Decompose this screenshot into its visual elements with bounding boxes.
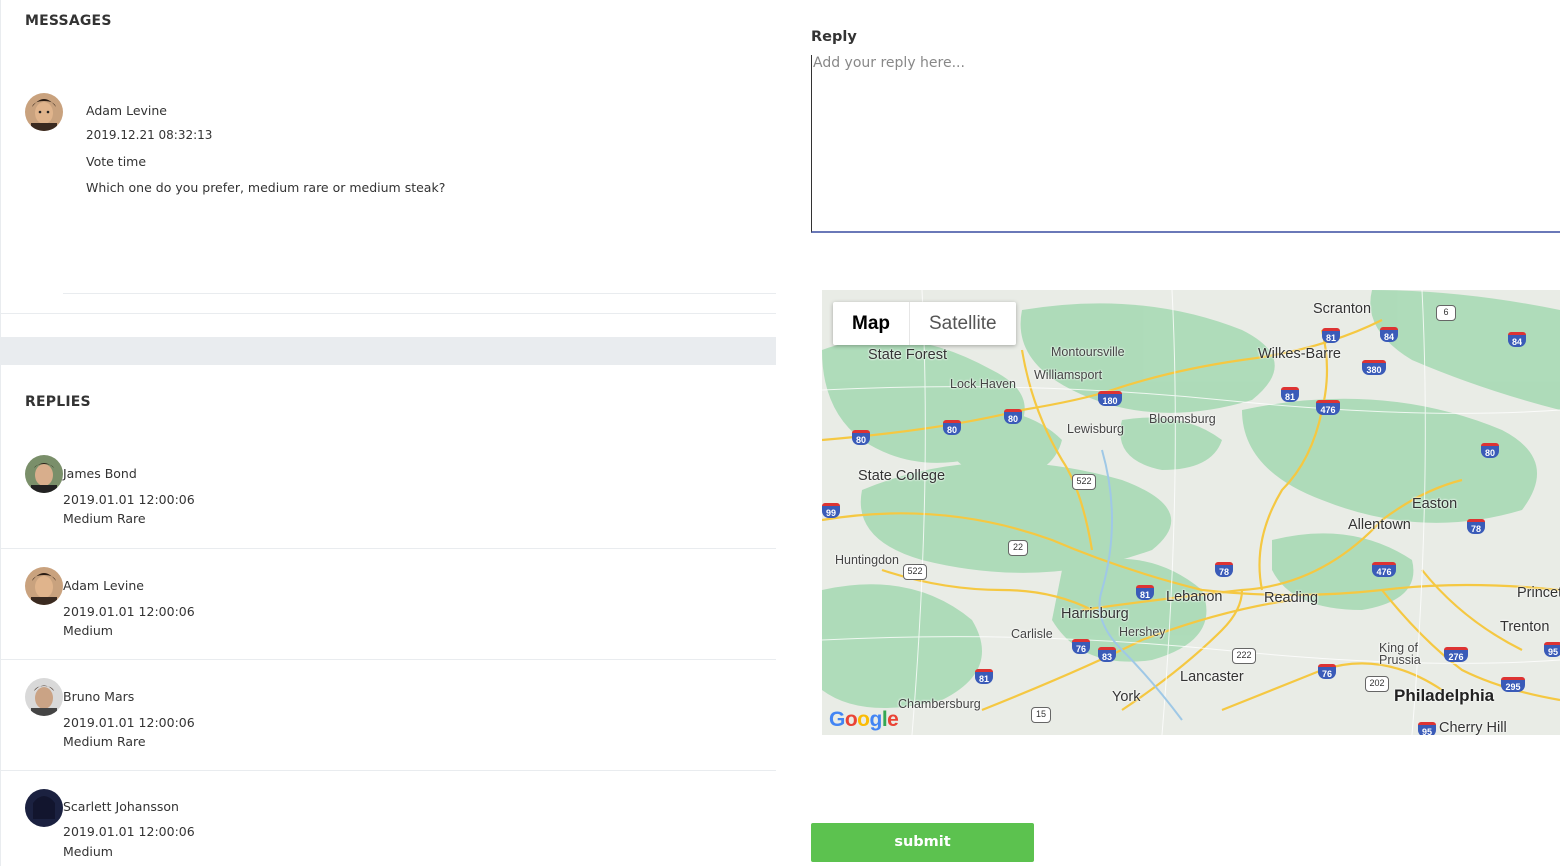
divider: [1, 313, 776, 314]
map-type-toggle: Map Satellite: [833, 302, 1016, 345]
map-label: Montoursville: [1051, 345, 1125, 359]
interstate-shield: 76: [1072, 639, 1090, 654]
us-route-shield: 202: [1365, 676, 1389, 692]
map-label: York: [1112, 689, 1141, 705]
reply-text: Medium: [63, 623, 113, 638]
reply-item: James Bond 2019.01.01 12:00:06 Medium Ra…: [1, 455, 776, 549]
map-label: Lebanon: [1166, 589, 1223, 605]
map-label: Hershey: [1119, 625, 1166, 639]
us-route-shield: 222: [1232, 648, 1256, 664]
map-label: Cherry Hill: [1439, 720, 1507, 735]
map-label: Lancaster: [1180, 669, 1244, 685]
us-route-shield: 6: [1436, 305, 1456, 321]
map-label: Easton: [1412, 496, 1458, 512]
interstate-shield: 81: [1322, 328, 1340, 343]
reply-item: Bruno Mars 2019.01.01 12:00:06 Medium Ra…: [1, 678, 776, 771]
reply-date: 2019.01.01 12:00:06: [63, 824, 195, 839]
us-route-shield: 522: [903, 564, 927, 580]
map-tab-map[interactable]: Map: [833, 302, 910, 345]
interstate-shield: 80: [1004, 409, 1022, 424]
google-logo: Google: [829, 708, 899, 731]
interstate-shield: 81: [1136, 585, 1154, 600]
map-label: Carlisle: [1011, 627, 1053, 641]
reply-panel: Reply Add your reply here... Map Satelli…: [811, 0, 1565, 866]
map-label: Huntingdon: [835, 553, 899, 567]
map-label: Princet: [1517, 585, 1560, 601]
interstate-shield: 80: [943, 420, 961, 435]
divider: [63, 293, 776, 294]
interstate-shield: 83: [1098, 647, 1116, 662]
map-label: Williamsport: [1034, 368, 1103, 382]
reply-text: Medium: [63, 844, 113, 859]
interstate-shield: 476: [1316, 400, 1340, 415]
message-body: Which one do you prefer, medium rare or …: [86, 180, 446, 195]
map-label: Trenton: [1500, 619, 1550, 635]
reply-author: James Bond: [63, 466, 137, 481]
avatar: [25, 678, 63, 716]
message-subject: Vote time: [86, 154, 147, 169]
interstate-shield: 81: [1281, 387, 1299, 402]
map-label: Chambersburg: [898, 697, 981, 711]
submit-button[interactable]: submit: [811, 823, 1034, 862]
reply-author: Bruno Mars: [63, 689, 135, 704]
map-label: Lock Haven: [950, 377, 1017, 391]
messages-title: MESSAGES: [25, 13, 112, 29]
reply-item: Adam Levine 2019.01.01 12:00:06 Medium: [1, 567, 776, 660]
us-route-shield: 22: [1008, 540, 1028, 556]
message-author: Adam Levine: [86, 103, 167, 118]
map-label: Wilkes-Barre: [1258, 346, 1341, 362]
reply-date: 2019.01.01 12:00:06: [63, 492, 195, 507]
reply-author: Scarlett Johansson: [63, 799, 179, 814]
reply-textarea[interactable]: [811, 55, 1560, 233]
reply-label: Reply: [811, 29, 857, 45]
us-route-shield: 522: [1072, 474, 1096, 490]
avatar: [25, 789, 63, 827]
map-label: King of Prussia: [1379, 641, 1421, 667]
interstate-shield: 95: [1418, 722, 1436, 735]
interstate-shield: 99: [822, 503, 840, 518]
interstate-shield: 80: [852, 430, 870, 445]
interstate-shield: 78: [1215, 562, 1233, 577]
avatar: [25, 93, 63, 131]
reply-text: Medium Rare: [63, 734, 146, 749]
reply-date: 2019.01.01 12:00:06: [63, 604, 195, 619]
interstate-shield: 81: [975, 669, 993, 684]
interstate-shield: 180: [1098, 391, 1122, 406]
map[interactable]: Map Satellite State Forest Montoursville…: [822, 290, 1560, 735]
reply-item: Scarlett Johansson 2019.01.01 12:00:06 M…: [1, 789, 776, 866]
map-label: Harrisburg: [1061, 606, 1129, 622]
interstate-shield: 295: [1501, 677, 1525, 692]
interstate-shield: 380: [1362, 360, 1386, 375]
section-spacer: [1, 337, 776, 365]
avatar: [25, 455, 63, 493]
interstate-shield: 95: [1544, 642, 1560, 657]
map-label: Scranton: [1313, 301, 1372, 317]
left-panel: MESSAGES Adam Levine 2019.12.21 08:32:13…: [0, 0, 776, 866]
map-label: Allentown: [1348, 517, 1411, 533]
replies-title: REPLIES: [25, 394, 91, 410]
interstate-shield: 476: [1372, 562, 1396, 577]
interstate-shield: 84: [1380, 327, 1398, 342]
map-label: State Forest: [868, 347, 947, 363]
reply-text: Medium Rare: [63, 511, 146, 526]
message-date: 2019.12.21 08:32:13: [86, 128, 213, 142]
map-tab-satellite[interactable]: Satellite: [910, 302, 1016, 345]
map-label: Philadelphia: [1394, 686, 1495, 705]
reply-date: 2019.01.01 12:00:06: [63, 715, 195, 730]
interstate-shield: 84: [1508, 332, 1526, 347]
interstate-shield: 276: [1444, 647, 1468, 662]
map-label: State College: [858, 468, 946, 484]
us-route-shield: 15: [1031, 707, 1051, 723]
interstate-shield: 76: [1318, 664, 1336, 679]
interstate-shield: 80: [1481, 443, 1499, 458]
avatar: [25, 567, 63, 605]
map-label: Bloomsburg: [1149, 412, 1216, 426]
reply-author: Adam Levine: [63, 578, 144, 593]
map-label: Reading: [1264, 590, 1319, 606]
interstate-shield: 78: [1467, 519, 1485, 534]
map-label: Lewisburg: [1067, 422, 1124, 436]
